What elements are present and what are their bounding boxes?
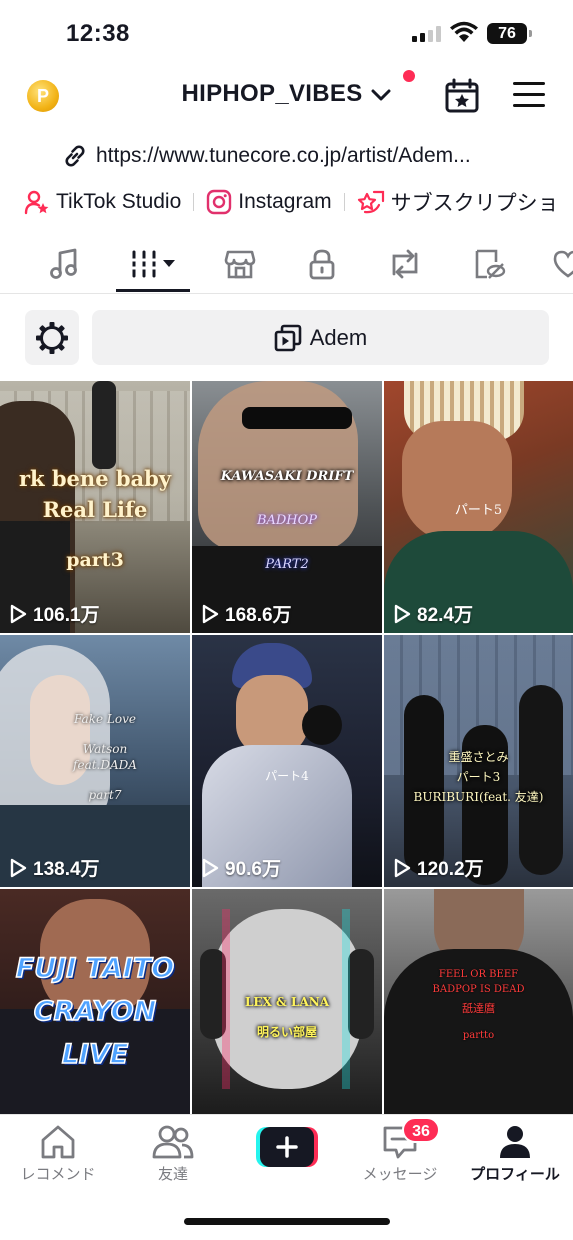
video-grid: rk bene baby Real Life part3 106.1万 KAWA… — [0, 381, 573, 1114]
video-thumbnail[interactable]: FUJI TAITO CRAYON LIVE — [0, 889, 190, 1114]
video-caption: rk bene baby Real Life part3 — [18, 466, 172, 571]
instagram-icon — [207, 189, 232, 215]
play-icon — [10, 858, 27, 877]
tab-liked[interactable] — [548, 246, 573, 282]
view-count: 90.6万 — [201, 854, 281, 881]
playlist-filter-label: Adem — [309, 324, 368, 350]
home-icon — [41, 1125, 75, 1159]
video-caption: パート5 — [454, 503, 503, 518]
profile-tabs — [0, 238, 573, 294]
tab-music[interactable] — [44, 246, 84, 282]
tiktok-studio-link[interactable]: TikTok Studio — [24, 189, 181, 215]
calendar-star-icon[interactable] — [444, 78, 480, 114]
hidden-icon — [475, 249, 506, 279]
playlist-grid-icon — [131, 250, 175, 278]
view-count: 82.4万 — [393, 600, 473, 627]
nav-messages-label: メッセージ — [362, 1166, 438, 1183]
status-bar: 12:38 76 — [0, 0, 573, 64]
tab-reposts[interactable] — [385, 246, 425, 282]
video-thumbnail[interactable]: パート5 82.4万 — [384, 381, 573, 633]
nav-home-label: レコメンド — [20, 1166, 96, 1183]
status-time: 12:38 — [66, 20, 130, 47]
notification-dot — [403, 70, 415, 82]
instagram-link[interactable]: Instagram — [206, 189, 332, 215]
video-caption: 重盛さとみ パート3 BURIBURI(feat. 友達) — [413, 750, 544, 804]
video-thumbnail[interactable]: KAWASAKI DRIFT BADHOP PART2 168.6万 — [192, 381, 382, 633]
chevron-down-icon — [371, 89, 391, 101]
username-label: HIPHOP_VIBES — [181, 80, 363, 107]
profile-link[interactable]: https://www.tunecore.co.jp/artist/Adem..… — [62, 140, 471, 172]
profile-icon — [500, 1126, 530, 1158]
nav-profile-label: プロフィール — [470, 1166, 560, 1183]
nav-home[interactable]: レコメンド — [3, 1123, 113, 1184]
video-thumbnail[interactable]: rk bene baby Real Life part3 106.1万 — [0, 381, 190, 633]
profile-link-text: https://www.tunecore.co.jp/artist/Adem..… — [96, 144, 471, 167]
video-thumbnail[interactable]: Fake Love Watson feat.DADA part7 138.4万 — [0, 635, 190, 887]
video-caption: LEX & LANA 明るい部屋 — [244, 995, 330, 1039]
video-caption: FUJI TAITO CRAYON LIVE — [15, 952, 175, 1071]
social-links: TikTok Studio Instagram サブスクリプショ — [24, 186, 559, 218]
tiktok-studio-icon — [24, 190, 49, 215]
subscription-icon — [357, 190, 384, 214]
play-icon — [10, 604, 27, 623]
account-switcher[interactable]: HIPHOP_VIBES — [0, 80, 573, 108]
view-count: 138.4万 — [9, 854, 100, 881]
view-count: 106.1万 — [9, 600, 100, 627]
divider — [343, 193, 345, 211]
profile-header: P HIPHOP_VIBES — [0, 70, 573, 126]
tab-hidden[interactable] — [469, 246, 509, 282]
create-button[interactable] — [256, 1127, 318, 1167]
divider — [193, 193, 195, 211]
wifi-icon — [450, 21, 478, 42]
video-thumbnail[interactable]: FEEL OR BEEF BADPOP IS DEAD 舐達麿 partto — [384, 889, 573, 1114]
tab-shop[interactable] — [220, 246, 260, 282]
link-icon — [65, 145, 85, 167]
video-caption: KAWASAKI DRIFT BADHOP PART2 — [220, 469, 354, 572]
active-tab-indicator — [116, 289, 190, 292]
friends-icon — [152, 1125, 194, 1159]
playlist-settings-button[interactable] — [25, 310, 79, 365]
playlist-filter-button[interactable]: Adem — [92, 310, 549, 365]
video-thumbnail[interactable]: 重盛さとみ パート3 BURIBURI(feat. 友達) 120.2万 — [384, 635, 573, 887]
video-caption: Fake Love Watson feat.DADA part7 — [73, 712, 137, 802]
play-icon — [394, 604, 411, 623]
subscription-label: サブスクリプショ — [390, 192, 559, 215]
liked-icon — [553, 250, 573, 278]
nav-friends[interactable]: 友達 — [118, 1123, 228, 1184]
shop-icon — [224, 250, 256, 279]
tiktok-studio-label: TikTok Studio — [56, 190, 182, 213]
view-count: 120.2万 — [393, 854, 484, 881]
video-caption: パート4 — [265, 769, 309, 783]
video-thumbnail[interactable]: パート4 90.6万 — [192, 635, 382, 887]
messages-badge: 36 — [402, 1117, 440, 1143]
gear-icon — [36, 321, 68, 354]
repost-icon — [392, 249, 418, 279]
play-icon — [202, 858, 219, 877]
tab-private[interactable] — [302, 246, 342, 282]
home-indicator — [184, 1218, 390, 1225]
video-caption: FEEL OR BEEF BADPOP IS DEAD 舐達麿 partto — [432, 969, 525, 1041]
nav-friends-label: 友達 — [157, 1166, 188, 1183]
cellular-signal-icon — [412, 26, 441, 42]
play-icon — [394, 858, 411, 877]
lock-icon — [309, 249, 335, 280]
instagram-label: Instagram — [238, 190, 332, 213]
music-note-icon — [50, 248, 77, 279]
subscription-link[interactable]: サブスクリプショ — [357, 187, 559, 217]
view-count: 168.6万 — [201, 600, 292, 627]
play-icon — [202, 604, 219, 623]
tab-playlists[interactable] — [128, 246, 180, 282]
video-thumbnail[interactable]: LEX & LANA 明るい部屋 — [192, 889, 382, 1114]
playlist-icon — [274, 324, 302, 351]
menu-icon[interactable] — [513, 82, 545, 108]
battery-icon: 76 — [487, 23, 532, 44]
nav-profile[interactable]: プロフィール — [460, 1123, 570, 1184]
